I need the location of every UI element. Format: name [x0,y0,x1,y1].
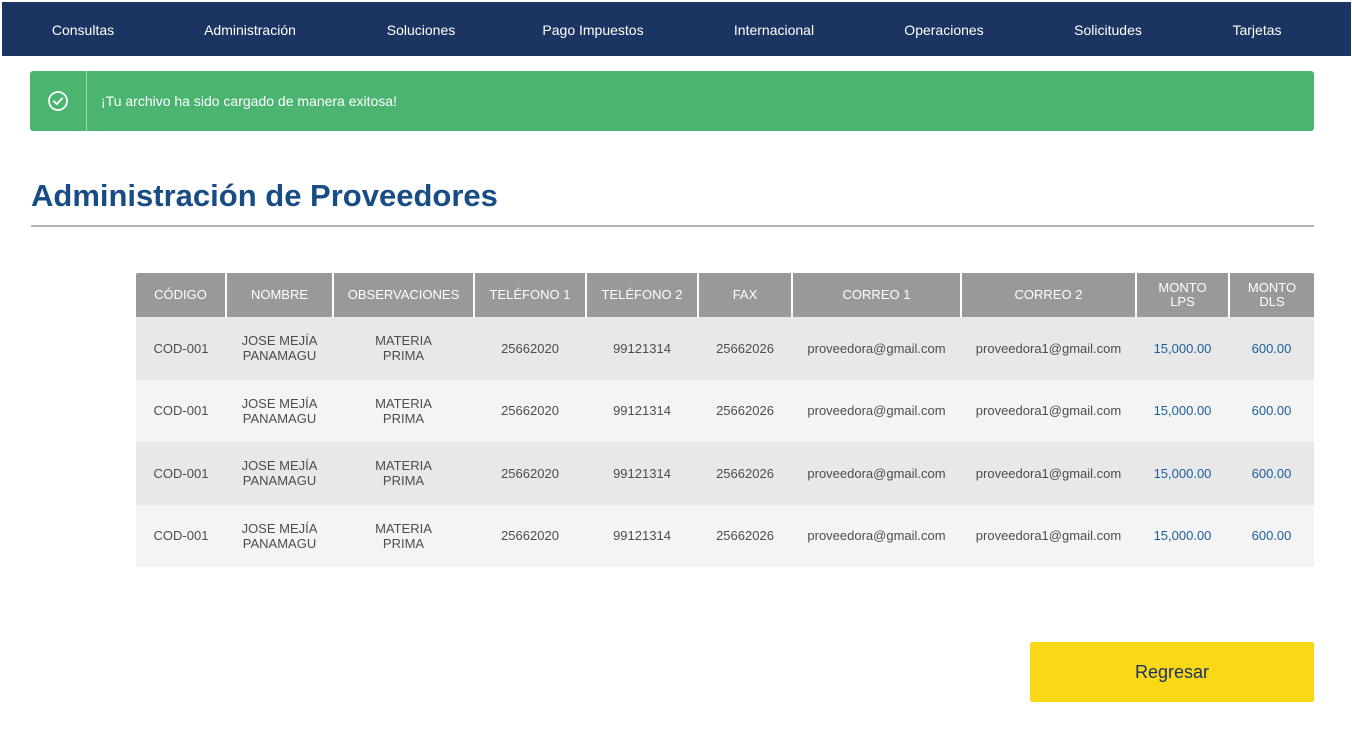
cell-observaciones: MATERIA PRIMA [333,504,474,567]
cell-monto-dls: 600.00 [1229,317,1314,380]
cell-codigo: COD-001 [136,379,226,442]
suppliers-table: CÓDIGO NOMBRE OBSERVACIONES TELÉFONO 1 T… [136,273,1314,567]
cell-telefono-1: 25662020 [474,379,586,442]
cell-codigo: COD-001 [136,317,226,380]
cell-monto-lps: 15,000.00 [1136,317,1229,380]
cell-nombre: JOSE MEJÍA PANAMAGU [226,442,333,505]
cell-nombre: JOSE MEJÍA PANAMAGU [226,317,333,380]
header-telefono-2: TELÉFONO 2 [585,273,698,317]
header-monto-lps: MONTO LPS [1135,273,1229,317]
nav-item-internacional[interactable]: Internacional [734,2,814,56]
cell-monto-dls: 600.00 [1229,504,1314,567]
nav-item-consultas[interactable]: Consultas [52,2,114,56]
back-button[interactable]: Regresar [1030,642,1314,702]
cell-correo-2: proveedora1@gmail.com [961,379,1136,442]
page-title: Administración de Proveedores [31,178,498,213]
cell-fax: 25662026 [698,379,792,442]
cell-monto-dls: 600.00 [1229,442,1314,505]
success-alert: ¡Tu archivo ha sido cargado de manera ex… [30,71,1314,131]
alert-divider [86,71,87,131]
nav-item-operaciones[interactable]: Operaciones [904,2,983,56]
cell-observaciones: MATERIA PRIMA [333,317,474,380]
cell-nombre: JOSE MEJÍA PANAMAGU [226,379,333,442]
cell-telefono-1: 25662020 [474,504,586,567]
cell-observaciones: MATERIA PRIMA [333,442,474,505]
top-navigation-bar: Consultas Administración Soluciones Pago… [2,2,1351,56]
cell-monto-lps: 15,000.00 [1136,504,1229,567]
cell-codigo: COD-001 [136,504,226,567]
table-row[interactable]: COD-001 JOSE MEJÍA PANAMAGU MATERIA PRIM… [136,379,1314,442]
cell-correo-1: proveedora@gmail.com [792,317,961,380]
header-monto-dls: MONTO DLS [1228,273,1314,317]
cell-codigo: COD-001 [136,442,226,505]
cell-fax: 25662026 [698,317,792,380]
cell-monto-lps: 15,000.00 [1136,379,1229,442]
header-fax: FAX [697,273,792,317]
cell-correo-1: proveedora@gmail.com [792,379,961,442]
cell-correo-2: proveedora1@gmail.com [961,317,1136,380]
cell-telefono-1: 25662020 [474,442,586,505]
cell-fax: 25662026 [698,504,792,567]
cell-telefono-2: 99121314 [586,442,698,505]
cell-correo-2: proveedora1@gmail.com [961,504,1136,567]
cell-correo-2: proveedora1@gmail.com [961,442,1136,505]
cell-monto-dls: 600.00 [1229,379,1314,442]
header-codigo: CÓDIGO [136,273,226,317]
cell-monto-lps: 15,000.00 [1136,442,1229,505]
cell-nombre: JOSE MEJÍA PANAMAGU [226,504,333,567]
header-correo-2: CORREO 2 [960,273,1136,317]
nav-item-solicitudes[interactable]: Solicitudes [1074,2,1142,56]
nav-item-administracion[interactable]: Administración [204,2,296,56]
nav-item-pago-impuestos[interactable]: Pago Impuestos [542,2,643,56]
header-correo-1: CORREO 1 [791,273,961,317]
cell-correo-1: proveedora@gmail.com [792,442,961,505]
cell-correo-1: proveedora@gmail.com [792,504,961,567]
cell-telefono-2: 99121314 [586,379,698,442]
cell-telefono-1: 25662020 [474,317,586,380]
table-row[interactable]: COD-001 JOSE MEJÍA PANAMAGU MATERIA PRIM… [136,504,1314,567]
alert-message: ¡Tu archivo ha sido cargado de manera ex… [101,93,397,109]
nav-item-tarjetas[interactable]: Tarjetas [1232,2,1281,56]
title-divider [31,225,1314,227]
check-circle-icon [30,71,86,131]
header-telefono-1: TELÉFONO 1 [473,273,586,317]
cell-telefono-2: 99121314 [586,504,698,567]
header-observaciones: OBSERVACIONES [332,273,474,317]
table-row[interactable]: COD-001 JOSE MEJÍA PANAMAGU MATERIA PRIM… [136,317,1314,380]
table-row[interactable]: COD-001 JOSE MEJÍA PANAMAGU MATERIA PRIM… [136,442,1314,505]
cell-fax: 25662026 [698,442,792,505]
cell-observaciones: MATERIA PRIMA [333,379,474,442]
table-header-row: CÓDIGO NOMBRE OBSERVACIONES TELÉFONO 1 T… [136,273,1314,317]
cell-telefono-2: 99121314 [586,317,698,380]
nav-item-soluciones[interactable]: Soluciones [387,2,456,56]
header-nombre: NOMBRE [225,273,333,317]
